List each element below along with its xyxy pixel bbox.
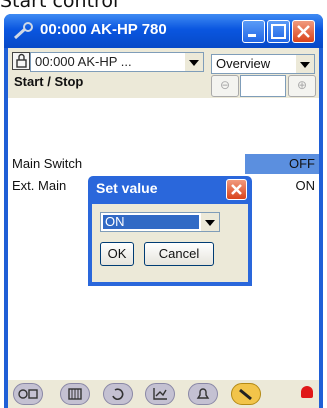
view-dropdown-value: Overview <box>216 56 271 71</box>
row-value-ext-main[interactable]: ON <box>296 178 316 193</box>
device-dropdown-value: 00:000 AK-HP ... <box>35 54 132 69</box>
wrench-icon <box>239 388 252 401</box>
cancel-button[interactable]: Cancel <box>144 242 214 266</box>
value-select-text: ON <box>105 214 125 229</box>
maximize-icon <box>271 24 286 39</box>
close-icon <box>231 184 242 195</box>
tab-refresh[interactable] <box>103 383 133 405</box>
value-select[interactable]: ON <box>100 212 220 232</box>
tab-graph[interactable] <box>145 383 175 405</box>
bottom-tab-bar <box>8 380 319 408</box>
bell-icon <box>196 388 210 399</box>
next-icon: ⊕ <box>297 78 308 92</box>
page-heading: Start control <box>0 0 119 12</box>
row-label-main-switch: Main Switch <box>12 156 83 171</box>
tab-alarms[interactable] <box>188 383 218 405</box>
row-value-main-switch[interactable]: OFF <box>289 156 315 171</box>
alarm-icon[interactable] <box>301 386 313 398</box>
view-dropdown-toggle[interactable] <box>296 55 314 73</box>
device-dropdown[interactable]: 00:000 AK-HP ... <box>30 52 204 72</box>
view-dropdown[interactable]: Overview <box>211 54 315 74</box>
close-button[interactable] <box>292 20 315 43</box>
device-dropdown-toggle[interactable] <box>185 53 203 71</box>
keyboard-icon <box>68 388 82 400</box>
page-indicator <box>240 75 286 97</box>
next-page-button[interactable]: ⊕ <box>288 75 316 97</box>
minimize-button[interactable] <box>242 20 265 43</box>
title-bar[interactable]: 00:000 AK-HP 780 <box>4 14 323 48</box>
ok-button[interactable]: OK <box>100 242 134 266</box>
app-window: 00:000 AK-HP 780 00:000 AK-HP ... Overvi… <box>4 14 323 408</box>
network-icon <box>18 389 38 399</box>
toolbar: 00:000 AK-HP ... Overview Start / Stop ⊖… <box>8 48 319 98</box>
previous-page-button[interactable]: ⊖ <box>211 75 239 97</box>
close-icon <box>297 25 310 38</box>
chevron-down-icon <box>189 60 199 66</box>
row-label-ext-main: Ext. Main <box>12 178 67 193</box>
tab-keyboard[interactable] <box>60 383 90 405</box>
lock-icon <box>16 53 27 68</box>
dialog-body: ON OK Cancel <box>92 204 248 282</box>
set-value-dialog: Set value ON OK Cancel <box>88 176 252 286</box>
value-select-toggle[interactable] <box>201 213 219 231</box>
tab-network[interactable] <box>13 383 43 405</box>
chevron-down-icon <box>300 62 310 68</box>
wrench-icon <box>13 22 33 40</box>
dialog-title: Set value <box>96 180 158 196</box>
refresh-icon <box>112 388 124 400</box>
chevron-down-icon <box>205 220 215 226</box>
window-title: 00:000 AK-HP 780 <box>40 21 167 38</box>
tab-service[interactable] <box>231 383 261 405</box>
section-title: Start / Stop <box>14 74 84 89</box>
lock-button[interactable] <box>12 52 30 70</box>
graph-icon <box>153 388 167 400</box>
previous-icon: ⊖ <box>220 78 231 92</box>
minimize-icon <box>248 34 256 37</box>
dialog-close-button[interactable] <box>226 179 247 200</box>
maximize-button[interactable] <box>267 20 290 43</box>
